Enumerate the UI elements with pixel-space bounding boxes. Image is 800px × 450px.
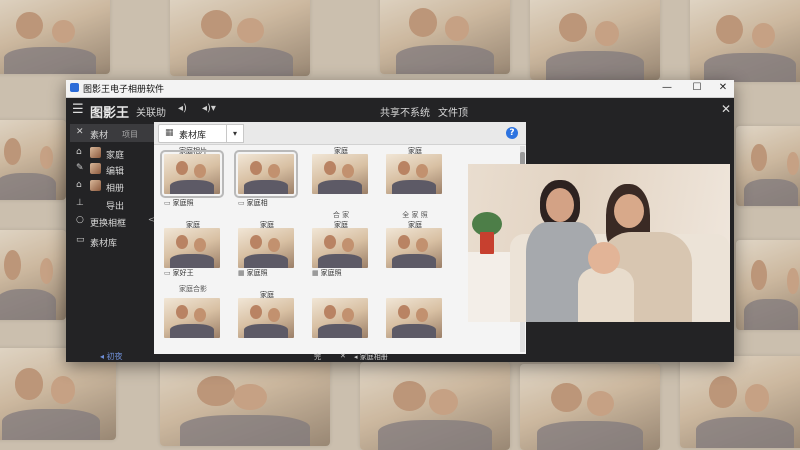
- status-left: 完: [314, 353, 321, 361]
- window-title: 图影王电子相册软件: [83, 85, 165, 95]
- thumbnail-label-text: 家庭照: [172, 199, 194, 207]
- edit-thumbnail: [90, 163, 101, 174]
- baby-face: [588, 242, 620, 274]
- baby-body: [578, 268, 634, 322]
- thumbnail-label-text: 家好王: [172, 269, 194, 277]
- status-right[interactable]: ◂ 家庭相册: [354, 352, 388, 362]
- share-link[interactable]: 共享不系统: [380, 104, 430, 119]
- sidebar-item-library[interactable]: ▭ 素材库: [70, 232, 154, 250]
- home-icon: ⌂: [76, 180, 82, 190]
- photo-thumbnail[interactable]: 家庭 全 家 照: [380, 146, 450, 224]
- sidebar-footer[interactable]: ◂ 初夜: [100, 351, 123, 362]
- app-logo-icon: [70, 83, 79, 92]
- family-photo: [234, 150, 298, 198]
- pencil-icon: ✎: [76, 163, 84, 173]
- sidebar-item-label: 素材库: [90, 239, 118, 249]
- photo-thumbnail[interactable]: 家庭: [380, 220, 450, 298]
- bottom-status-bar: 完 ✕ ◂ 家庭相册: [154, 352, 526, 362]
- title-bar: 图影王电子相册软件 — ☐ ✕: [66, 80, 734, 98]
- sidebar-item-extra: 项目: [122, 130, 138, 139]
- grid-icon: ▦: [238, 269, 245, 277]
- grid-icon: ▦: [165, 128, 174, 138]
- family-photo: [386, 298, 442, 338]
- sidebar-item-label: 相册: [106, 184, 125, 194]
- tab-dropdown-button[interactable]: ▾: [226, 124, 244, 143]
- family-photo: [160, 150, 224, 198]
- sidebar-item-export[interactable]: ⊥ 导出: [70, 195, 154, 213]
- thumbnail-label-text: 家庭照: [246, 269, 268, 277]
- thumbnail-label: ▭ 家庭照: [164, 198, 194, 208]
- family-photo: [238, 228, 294, 268]
- thumbnail-label: ▭ 家好王: [164, 268, 194, 278]
- woman-left-face: [546, 188, 574, 222]
- header-subtitle[interactable]: 关联助: [136, 104, 166, 119]
- thumbnail-label-text: 家庭照: [320, 269, 342, 277]
- folder-icon: ▭: [76, 235, 85, 245]
- plant-pot: [480, 232, 494, 254]
- album-thumbnail: [90, 180, 101, 191]
- export-icon: ⊥: [76, 198, 84, 208]
- speaker-dropdown-icon[interactable]: ◂)▾: [202, 103, 216, 114]
- thumbnail-subtitle: 全 家 照: [402, 211, 428, 219]
- family-thumbnail: [90, 147, 101, 158]
- tab-label: 素材库: [179, 131, 207, 141]
- close-small-icon[interactable]: ✕: [340, 352, 346, 360]
- volume-icon[interactable]: ◂): [178, 103, 187, 114]
- sidebar-item-label: 素材: [90, 131, 109, 141]
- thumbnail-label: ▭ 家庭相: [238, 198, 268, 208]
- hamburger-menu-icon[interactable]: ☰: [72, 102, 84, 117]
- thumbnail-subtitle: 合 家: [332, 211, 350, 219]
- family-photo: [164, 228, 220, 268]
- photo-thumbnail[interactable]: ▭ 家庭相: [232, 146, 302, 224]
- sidebar-item-album[interactable]: ⌂ 相册: [70, 177, 154, 195]
- family-photo: [312, 298, 368, 338]
- photo-preview: [468, 164, 730, 322]
- photo-album-app-window: 图影王电子相册软件 — ☐ ✕ ☰ 图影王 关联助 ◂) ◂)▾ 共享不系统 文…: [66, 80, 734, 362]
- sidebar-item-label: 编辑: [106, 167, 125, 177]
- woman-right-face: [614, 194, 644, 228]
- family-photo: [386, 228, 442, 268]
- sidebar-item-materials[interactable]: ✕ 素材 项目: [70, 124, 154, 142]
- close-panel-icon[interactable]: ✕: [721, 102, 731, 116]
- sidebar-item-label: 更换相框: [90, 219, 127, 229]
- sidebar-item-change-frame[interactable]: ○ 更换相框 <: [70, 212, 155, 230]
- sidebar-item-edit[interactable]: ✎ 编辑: [70, 160, 154, 178]
- tab-library[interactable]: ▦ 素材库: [158, 124, 228, 143]
- circle-icon: ○: [76, 215, 84, 225]
- frame-icon: ▭: [164, 199, 171, 207]
- sidebar: ✕ 素材 项目 ⌂ 家庭 ✎ 编辑 ⌂ 相册 ⊥ 导出 ○ 更换相框 < ▭ 素…: [70, 122, 155, 350]
- frame-icon: ▭: [238, 199, 245, 207]
- sidebar-item-label: 导出: [106, 202, 125, 212]
- close-window-button[interactable]: ✕: [712, 81, 734, 95]
- help-icon[interactable]: ?: [506, 127, 518, 139]
- file-link[interactable]: 文件顶: [438, 104, 468, 119]
- browser-toolbar: ▦ 素材库 ▾ ?: [154, 122, 526, 145]
- cross-icon: ✕: [76, 127, 84, 137]
- maximize-button[interactable]: ☐: [686, 81, 708, 95]
- family-photo: [238, 298, 294, 338]
- home-icon: ⌂: [76, 147, 82, 157]
- frame-icon: ▭: [164, 269, 171, 277]
- family-photo: [312, 228, 368, 268]
- app-name: 图影王: [90, 106, 130, 121]
- family-photo: [386, 154, 442, 194]
- app-header: ☰ 图影王 关联助 ◂) ◂)▾ 共享不系统 文件顶 ✕: [66, 98, 734, 122]
- minimize-button[interactable]: —: [656, 81, 678, 95]
- photo-thumbnail[interactable]: 家庭相片 ▭ 家庭照: [158, 146, 228, 224]
- photo-thumbnail[interactable]: 家庭 合 家: [306, 146, 376, 224]
- family-photo: [164, 298, 220, 338]
- thumbnail-label: ▦ 家庭照: [238, 268, 268, 278]
- family-photo: [312, 154, 368, 194]
- grid-icon: ▦: [312, 269, 319, 277]
- thumbnail-label: ▦ 家庭照: [312, 268, 342, 278]
- thumbnail-label-text: 家庭相: [246, 199, 268, 207]
